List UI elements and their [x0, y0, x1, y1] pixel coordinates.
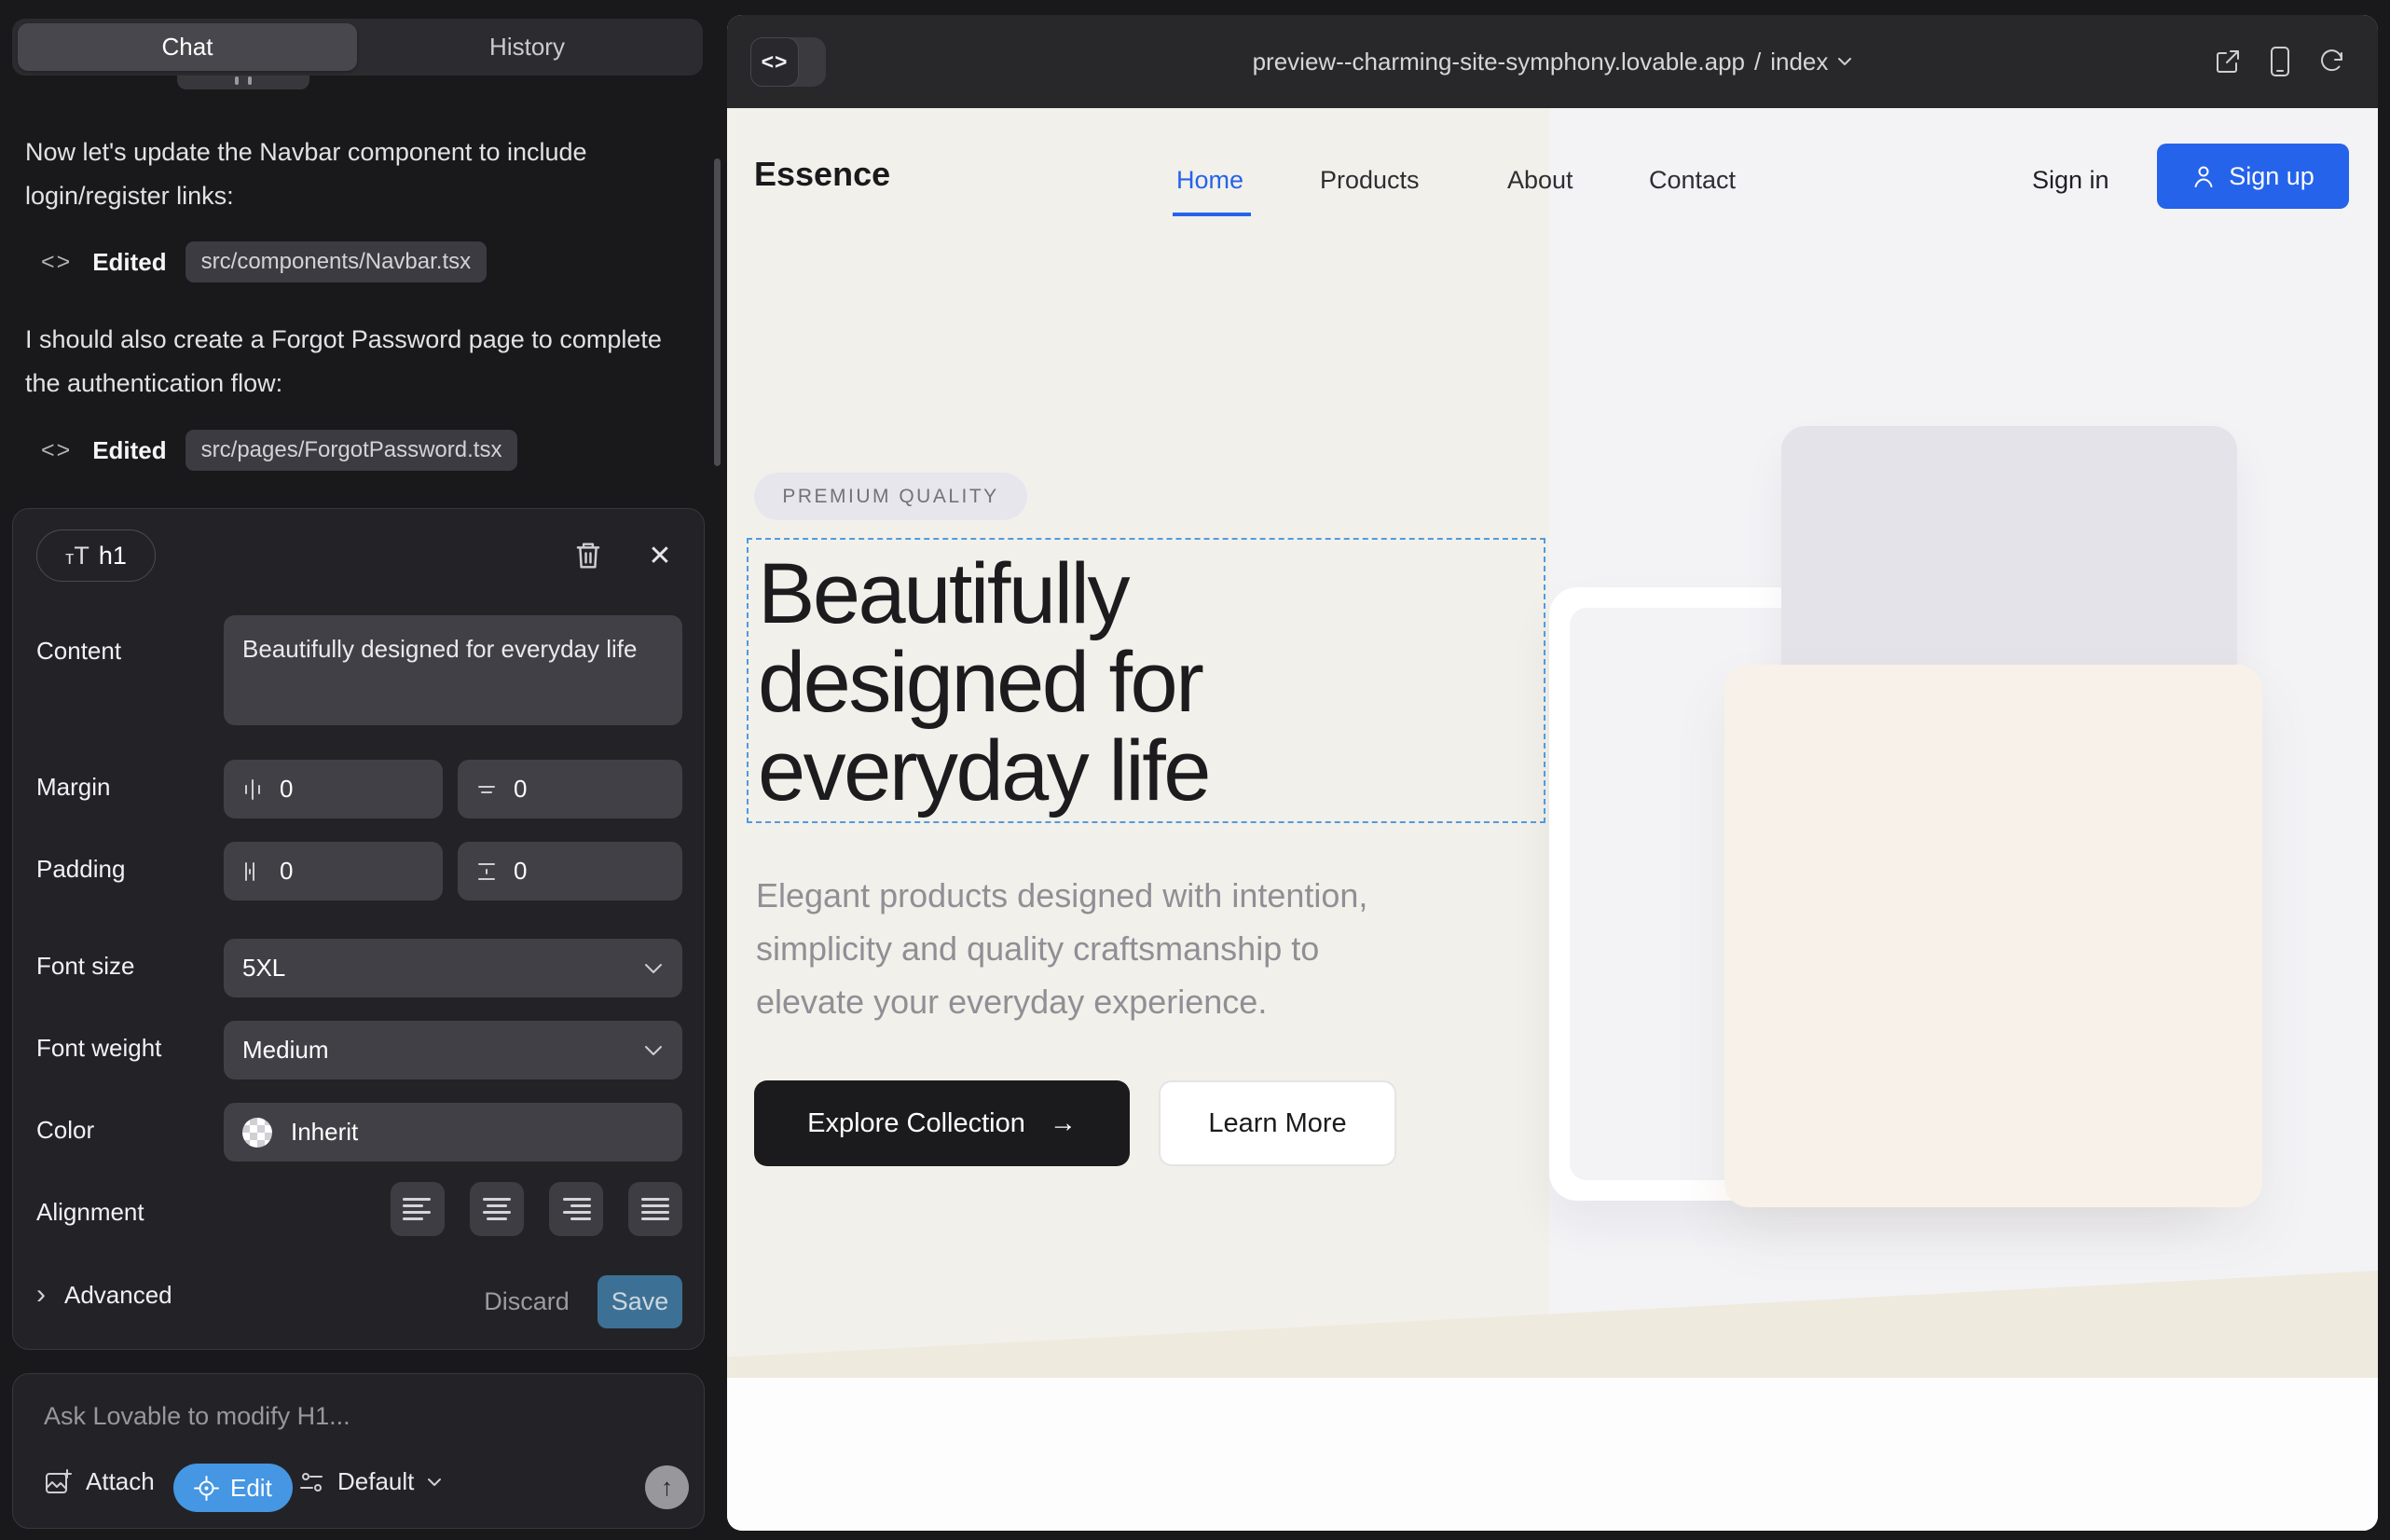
- open-external-button[interactable]: [2207, 15, 2248, 108]
- margin-horizontal-icon: [240, 777, 265, 802]
- arrow-right-icon: →: [1050, 1108, 1077, 1139]
- advanced-toggle[interactable]: › Advanced: [36, 1279, 172, 1311]
- chat-input-panel: Ask Lovable to modify H1... Attach Edit: [12, 1373, 705, 1529]
- content-label: Content: [36, 637, 121, 666]
- pill-tick-icon: [235, 76, 239, 85]
- tab-chat[interactable]: Chat: [18, 23, 357, 71]
- file-chip[interactable]: src/pages/ForgotPassword.tsx: [185, 430, 518, 471]
- edit-mode-button[interactable]: Edit: [173, 1464, 293, 1512]
- edited-label: Edited: [92, 248, 166, 277]
- delete-element-button[interactable]: [568, 535, 609, 576]
- edited-file-row: <> Edited src/components/Navbar.tsx: [41, 241, 487, 283]
- align-justify-button[interactable]: [628, 1182, 682, 1236]
- clipped-scrolled-pill[interactable]: [177, 76, 309, 89]
- external-link-icon: [2214, 48, 2242, 76]
- align-center-button[interactable]: [470, 1182, 524, 1236]
- chat-input[interactable]: Ask Lovable to modify H1...: [44, 1402, 350, 1431]
- font-size-select[interactable]: 5XL: [224, 939, 682, 997]
- sidebar-scrollbar[interactable]: [714, 158, 721, 466]
- margin-x-input[interactable]: 0: [224, 760, 443, 818]
- browser-top-bar: preview--charming-site-symphony.lovable.…: [727, 15, 2378, 108]
- url-page: index: [1770, 48, 1828, 76]
- chevron-down-icon: [427, 1478, 442, 1487]
- alignment-label: Alignment: [36, 1198, 144, 1227]
- sign-in-link[interactable]: Sign in: [2032, 166, 2109, 195]
- model-default-selector[interactable]: Default: [298, 1467, 442, 1496]
- padding-vertical-icon: [474, 859, 499, 884]
- attach-button[interactable]: Attach: [44, 1467, 155, 1496]
- refresh-button[interactable]: [2312, 15, 2353, 108]
- url-bar[interactable]: preview--charming-site-symphony.lovable.…: [727, 15, 2378, 108]
- code-icon: <>: [41, 249, 72, 276]
- hero-paragraph: Elegant products designed with intention…: [756, 869, 1651, 1028]
- user-icon: [2191, 164, 2216, 188]
- chevron-down-icon: [643, 1044, 664, 1057]
- chevron-down-icon: [1837, 57, 1852, 66]
- explore-collection-button[interactable]: Explore Collection →: [754, 1080, 1130, 1166]
- margin-vertical-icon: [474, 777, 499, 802]
- font-weight-select[interactable]: Medium: [224, 1021, 682, 1079]
- pill-tick-icon: [248, 76, 252, 85]
- preview-browser-panel: preview--charming-site-symphony.lovable.…: [727, 15, 2378, 1531]
- smartphone-icon: [2269, 46, 2291, 77]
- font-size-label: Font size: [36, 952, 135, 981]
- align-left-button[interactable]: [391, 1182, 445, 1236]
- target-icon: [194, 1476, 219, 1501]
- edited-file-row: <> Edited src/pages/ForgotPassword.tsx: [41, 429, 517, 472]
- send-button[interactable]: ↑: [645, 1465, 689, 1509]
- url-host: preview--charming-site-symphony.lovable.…: [1253, 48, 1745, 76]
- discard-button[interactable]: Discard: [474, 1275, 579, 1328]
- color-swatch: [242, 1118, 272, 1148]
- close-icon: ✕: [648, 540, 671, 572]
- site-viewport: Essence Home Products About Contact Sign…: [727, 108, 2378, 1531]
- align-right-button[interactable]: [549, 1182, 603, 1236]
- chevron-down-icon: [643, 962, 664, 975]
- selected-element-tag: тT h1: [36, 529, 156, 582]
- file-chip[interactable]: src/components/Navbar.tsx: [185, 241, 487, 282]
- edited-label: Edited: [92, 436, 166, 465]
- site-logo[interactable]: Essence: [754, 155, 890, 194]
- color-select[interactable]: Inherit: [224, 1103, 682, 1162]
- hero-heading[interactable]: Beautifully designed for everyday life: [758, 550, 1209, 816]
- close-editor-button[interactable]: ✕: [639, 535, 680, 576]
- attach-image-icon: [44, 1468, 72, 1496]
- margin-y-input[interactable]: 0: [458, 760, 682, 818]
- code-icon: <>: [750, 37, 799, 87]
- sliders-icon: [298, 1469, 324, 1495]
- content-textarea[interactable]: Beautifully designed for everyday life: [224, 615, 682, 725]
- mobile-view-button[interactable]: [2260, 15, 2301, 108]
- decor-card-beige: [1724, 665, 2262, 1207]
- type-icon: тT: [65, 542, 89, 571]
- chevron-right-icon: ›: [36, 1279, 46, 1311]
- arrow-up-icon: ↑: [661, 1473, 673, 1502]
- active-nav-underline: [1173, 213, 1251, 216]
- nav-link-contact[interactable]: Contact: [1649, 166, 1736, 195]
- app-window: Chat History Now let's update the Navbar…: [0, 0, 2390, 1540]
- chat-history-tab-bar: Chat History: [12, 19, 703, 76]
- padding-label: Padding: [36, 855, 125, 884]
- nav-link-about[interactable]: About: [1507, 166, 1573, 195]
- nav-link-home[interactable]: Home: [1176, 166, 1243, 195]
- chat-message: I should also create a Forgot Password p…: [25, 318, 687, 406]
- sign-up-button[interactable]: Sign up: [2157, 144, 2349, 209]
- save-button[interactable]: Save: [598, 1275, 682, 1328]
- chat-message: Now let's update the Navbar component to…: [25, 131, 687, 218]
- font-weight-label: Font weight: [36, 1034, 161, 1063]
- padding-vertical-input[interactable]: 0: [458, 842, 682, 901]
- next-section-background: [727, 1378, 2378, 1531]
- nav-link-products[interactable]: Products: [1320, 166, 1420, 195]
- code-view-toggle[interactable]: <>: [750, 37, 826, 87]
- premium-quality-badge: PREMIUM QUALITY: [754, 473, 1027, 520]
- refresh-icon: [2318, 48, 2346, 76]
- code-icon: <>: [41, 437, 72, 464]
- trash-icon: [574, 541, 602, 571]
- element-editor-panel: тT h1 ✕ Content Beautifully designed for…: [12, 508, 705, 1350]
- color-label: Color: [36, 1116, 94, 1145]
- learn-more-button[interactable]: Learn More: [1159, 1080, 1396, 1166]
- margin-label: Margin: [36, 773, 110, 802]
- url-separator: /: [1754, 48, 1761, 76]
- padding-x-input[interactable]: 0: [224, 842, 443, 901]
- padding-horizontal-icon: [240, 859, 265, 884]
- tab-history[interactable]: History: [357, 23, 697, 71]
